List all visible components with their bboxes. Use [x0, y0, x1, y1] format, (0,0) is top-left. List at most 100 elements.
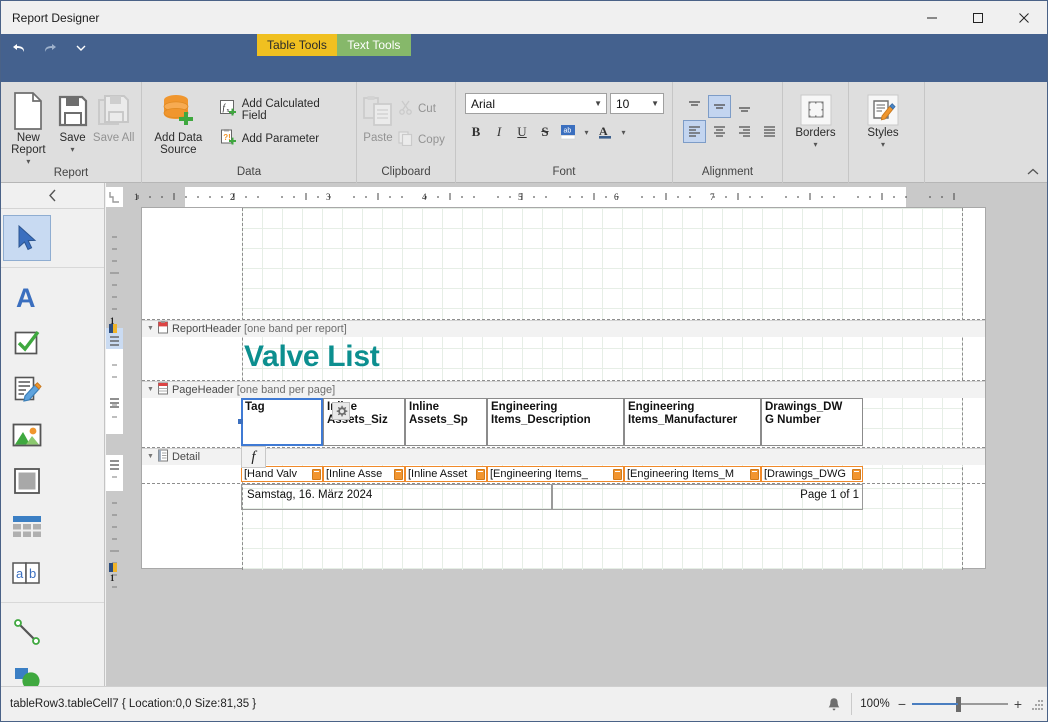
undo-button[interactable]	[6, 35, 32, 61]
styles-button[interactable]: Styles ▾	[855, 91, 911, 149]
zoom-slider[interactable]	[912, 696, 1008, 712]
redo-button[interactable]	[37, 35, 63, 61]
font-color-button[interactable]: A	[594, 121, 616, 143]
font-size-chevron-down-icon[interactable]: ▼	[651, 99, 659, 108]
detail-cell-3[interactable]: [Inline Asset	[405, 466, 487, 482]
detail-band-icon	[157, 449, 169, 465]
highlight-color-button[interactable]: ab	[557, 121, 579, 143]
detail-cell-2[interactable]: [Inline Asse	[323, 466, 405, 482]
copy-button[interactable]: Copy	[393, 128, 450, 151]
toolbox-item-pointer[interactable]	[3, 215, 51, 261]
highlight-color-chevron-down-icon[interactable]: ▾	[580, 121, 593, 143]
bold-button[interactable]: B	[465, 121, 487, 143]
align-center-button[interactable]	[708, 120, 731, 143]
zoom-in-button[interactable]: +	[1008, 696, 1028, 712]
font-color-chevron-down-icon[interactable]: ▾	[617, 121, 630, 143]
detail-cell-4[interactable]: [Engineering Items_	[487, 466, 624, 482]
add-data-source-button[interactable]: Add Data Source	[148, 88, 209, 156]
toolbox-item-table[interactable]	[3, 504, 51, 550]
align-left-button[interactable]	[683, 120, 706, 143]
band-label-report-header[interactable]: ▼ ReportHeader [one band per report]	[144, 320, 347, 337]
smart-tag-gear-button[interactable]	[332, 402, 350, 420]
band-collapse-caret-icon-2[interactable]: ▼	[147, 386, 154, 393]
detail-cell-1[interactable]: [Hand Valv	[241, 466, 323, 482]
save-icon	[58, 90, 88, 132]
save-caret-icon[interactable]: ▾	[71, 145, 75, 154]
close-button[interactable]	[1001, 1, 1047, 34]
styles-caret-icon[interactable]: ▾	[881, 140, 885, 149]
font-size-combo[interactable]: 10 ▼	[610, 93, 664, 114]
paste-button[interactable]: Paste	[363, 88, 393, 144]
collapse-ribbon-button[interactable]	[1025, 164, 1041, 180]
table-header-cell-4-line2: Items_Description	[491, 414, 591, 426]
borders-icon	[799, 93, 833, 127]
report-designer-window: Report Designer Table Tools Text Tools N…	[0, 0, 1048, 722]
notifications-button[interactable]	[817, 697, 851, 712]
toolbox-item-picture[interactable]	[3, 412, 51, 458]
strikethrough-button[interactable]: S	[534, 121, 556, 143]
align-bottom-button[interactable]	[733, 95, 756, 118]
band-collapse-caret-icon-3[interactable]: ▼	[147, 453, 154, 460]
add-calculated-field-button[interactable]: f x Add Calculated Field	[215, 97, 350, 122]
ribbon-group-alignment-label: Alignment	[701, 166, 754, 178]
save-button[interactable]: Save ▾	[53, 88, 93, 154]
toolbox-item-line[interactable]	[3, 609, 51, 655]
band-label-detail[interactable]: ▼ Detail	[144, 448, 200, 465]
zoom-slider-thumb[interactable]	[956, 696, 961, 712]
toolbox-item-panel[interactable]	[3, 458, 51, 504]
selection-handle-left[interactable]	[238, 419, 243, 424]
underline-button[interactable]: U	[511, 121, 533, 143]
toolbox-item-rich-text[interactable]	[3, 366, 51, 412]
contextual-tab-text-tools[interactable]: Text Tools	[336, 34, 411, 56]
toolbox-item-label[interactable]: A	[3, 274, 51, 320]
gear-icon	[336, 405, 347, 416]
new-report-button[interactable]: New Report ▾	[4, 88, 53, 166]
toolbox-item-checkbox[interactable]	[3, 320, 51, 366]
detail-cell-5[interactable]: [Engineering Items_M	[624, 466, 761, 482]
add-data-source-icon	[160, 90, 196, 132]
italic-button[interactable]: I	[488, 121, 510, 143]
align-middle-button[interactable]	[708, 95, 731, 118]
table-header-cell-inline-assets-sp[interactable]: Inline Assets_Sp	[405, 398, 487, 446]
maximize-button[interactable]	[955, 1, 1001, 34]
save-all-button[interactable]: Save All	[92, 88, 135, 144]
add-parameter-button[interactable]: ?! Add Parameter	[215, 127, 350, 150]
resize-grip[interactable]	[1028, 696, 1044, 712]
table-header-cell-tag[interactable]: Tag	[241, 398, 323, 446]
field-badge-2	[394, 469, 403, 480]
contextual-tab-table-tools[interactable]: Table Tools	[257, 34, 337, 56]
font-name-combo[interactable]: Arial ▼	[465, 93, 607, 114]
borders-caret-icon[interactable]: ▾	[813, 140, 817, 149]
report-title-label[interactable]: Valve List	[244, 340, 380, 374]
detail-cell-6[interactable]: [Drawings_DWG	[761, 466, 863, 482]
table-header-cell-drawings-dwg-number[interactable]: Drawings_DW G Number	[761, 398, 863, 446]
ruler-v-ticks	[110, 236, 119, 588]
align-right-button[interactable]	[733, 120, 756, 143]
horizontal-ruler[interactable]: 1 2 3 4 5 6 7	[106, 187, 1047, 207]
borders-button[interactable]: Borders ▾	[789, 91, 842, 149]
ruler-corner[interactable]	[106, 187, 123, 207]
design-surface[interactable]: 1 2 3 4 5 6 7 1 1 ▼ ReportHeader [one ba…	[106, 183, 1047, 686]
report-canvas[interactable]: ▼ ReportHeader [one band per report] Val…	[123, 207, 1047, 686]
minimize-button[interactable]	[909, 1, 955, 34]
align-top-button[interactable]	[683, 95, 706, 118]
customize-qat-button[interactable]	[68, 35, 94, 61]
new-report-caret-icon[interactable]: ▾	[26, 157, 30, 166]
table-header-cell-engineering-items-manufacturer[interactable]: Engineering Items_Manufacturer	[624, 398, 761, 446]
ribbon-group-data: Add Data Source f x Add Calculated Field…	[141, 82, 356, 183]
field-badge-5	[750, 469, 759, 480]
band-collapse-caret-icon[interactable]: ▼	[147, 325, 154, 332]
add-calculated-field-label: Add Calculated Field	[241, 97, 320, 122]
toolbox-collapse-button[interactable]	[1, 183, 104, 209]
align-justify-button[interactable]	[758, 120, 781, 143]
vertical-ruler[interactable]: 1 1	[106, 207, 123, 686]
report-page[interactable]: ▼ ReportHeader [one band per report] Val…	[141, 207, 986, 570]
zoom-out-button[interactable]: −	[892, 696, 912, 712]
font-name-chevron-down-icon[interactable]: ▼	[594, 99, 602, 108]
band-label-page-header[interactable]: ▼ PageHeader [one band per page]	[144, 381, 335, 398]
expression-editor-button[interactable]: f	[241, 446, 266, 468]
cut-button[interactable]: Cut	[393, 97, 450, 120]
toolbox-item-character-comb[interactable]: a b	[3, 550, 51, 596]
table-header-cell-engineering-items-description[interactable]: Engineering Items_Description	[487, 398, 624, 446]
band-name-page-header: PageHeader	[171, 383, 234, 396]
